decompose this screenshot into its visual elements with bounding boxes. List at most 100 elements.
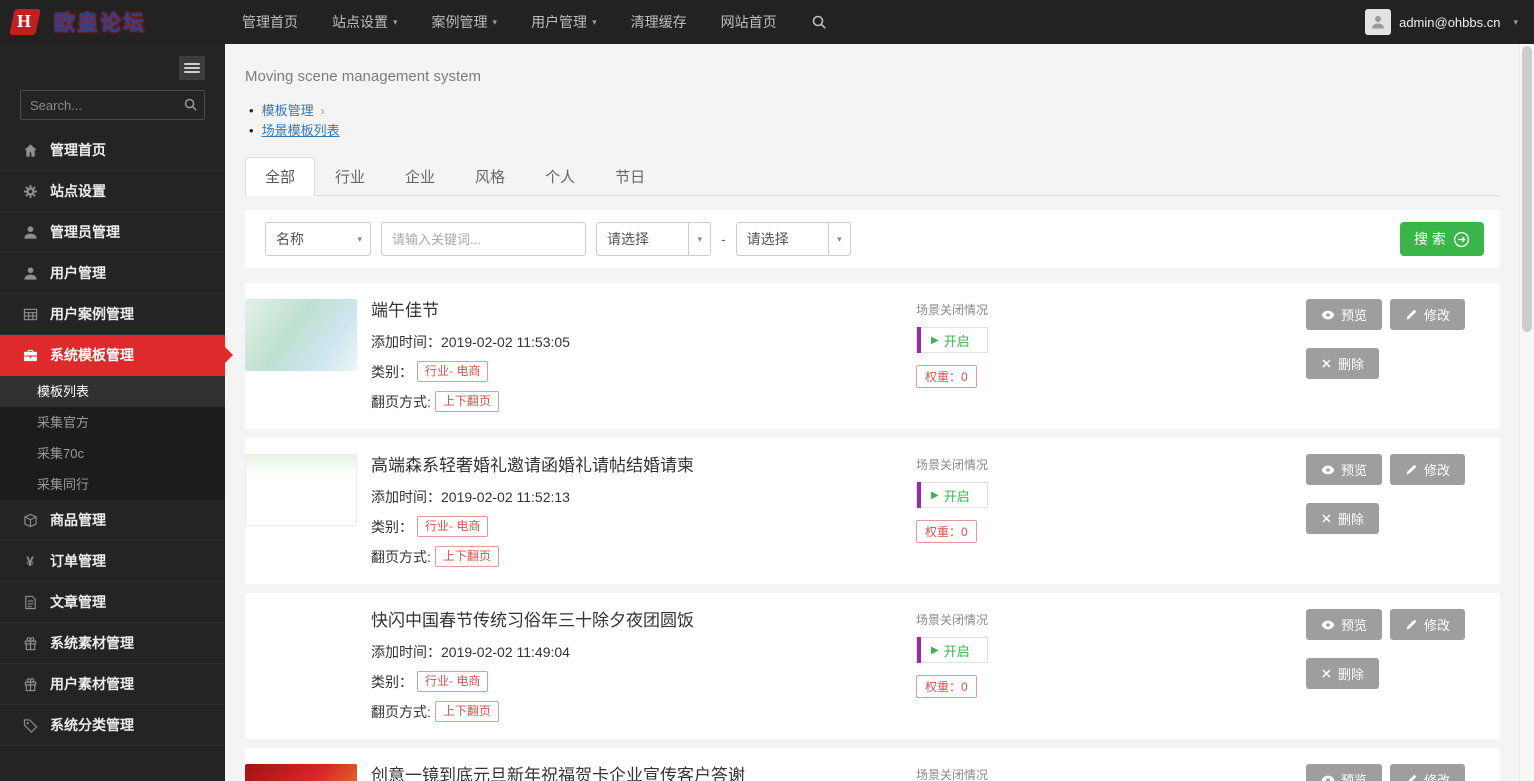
close-icon [1321, 513, 1332, 524]
preview-button[interactable]: 预览 [1306, 609, 1382, 640]
sidebar-submenu: 模板列表 采集官方 采集70c 采集同行 [0, 376, 225, 500]
scrollbar-thumb[interactable] [1522, 46, 1532, 332]
submenu-item-template-list[interactable]: 模板列表 [0, 376, 225, 407]
edit-button[interactable]: 修改 [1390, 454, 1465, 485]
sidebar-item-order-management[interactable]: ¥ 订单管理 [0, 541, 225, 582]
tab-style[interactable]: 风格 [455, 157, 525, 196]
yen-icon: ¥ [20, 553, 40, 569]
edit-button[interactable]: 修改 [1390, 299, 1465, 330]
chevron-down-icon: ▾ [349, 234, 370, 245]
main-content: Moving scene management system 模板管理 › 场景模… [225, 44, 1534, 781]
sidebar: 管理首页 站点设置 管理员管理 用户管理 用户案例管理 系统模板管理 模板列表 … [0, 44, 225, 781]
template-card: 端午佳节 添加时间：2019-02-02 11:53:05 类别：行业- 电商 … [245, 283, 1500, 429]
delete-button[interactable]: 删除 [1306, 658, 1379, 689]
item-thumbnail[interactable] [245, 609, 357, 681]
flip-mode-tag: 上下翻页 [435, 701, 499, 722]
item-thumbnail[interactable] [245, 764, 357, 781]
nav-item-site-home[interactable]: 网站首页 [704, 0, 794, 44]
tab-festival[interactable]: 节日 [595, 157, 665, 196]
sidebar-item-system-template-management[interactable]: 系统模板管理 [0, 335, 225, 376]
sidebar-item-admin-home[interactable]: 管理首页 [0, 130, 225, 171]
user-menu[interactable]: admin@ohbbs.cn ▾ [1365, 9, 1534, 35]
close-icon [1321, 668, 1332, 679]
sidebar-item-user-management[interactable]: 用户管理 [0, 253, 225, 294]
added-time-value: 2019-02-02 11:53:05 [441, 334, 570, 350]
search-icon[interactable] [794, 0, 844, 44]
sidebar-item-article-management[interactable]: 文章管理 [0, 582, 225, 623]
nav-item-clear-cache[interactable]: 清理缓存 [614, 0, 704, 44]
chevron-down-icon: ▾ [393, 17, 398, 28]
status-toggle[interactable]: ▶开启 [916, 637, 988, 663]
breadcrumb-template-management[interactable]: 模板管理 [262, 101, 314, 121]
chevron-down-icon: ▾ [1513, 17, 1518, 28]
sidebar-item-system-material-management[interactable]: 系统素材管理 [0, 623, 225, 664]
nav-item-admin-home[interactable]: 管理首页 [225, 0, 315, 44]
pencil-icon [1405, 463, 1418, 476]
edit-button[interactable]: 修改 [1390, 764, 1465, 781]
keyword-input[interactable] [381, 222, 586, 256]
filter-select-1[interactable]: 请选择 ▾ [596, 222, 711, 256]
sidebar-item-user-material-management[interactable]: 用户素材管理 [0, 664, 225, 705]
item-thumbnail[interactable] [245, 299, 357, 371]
chevron-down-icon: ▾ [828, 223, 850, 255]
logo[interactable]: 欧皇论坛 [0, 0, 225, 44]
top-nav: 管理首页 站点设置▾ 案例管理▾ 用户管理▾ 清理缓存 网站首页 [225, 0, 844, 44]
filter-bar: 名称 ▾ 请选择 ▾ - 请选择 ▾ 搜 索 [245, 210, 1500, 268]
tab-personal[interactable]: 个人 [525, 157, 595, 196]
tab-all[interactable]: 全部 [245, 157, 315, 196]
field-select[interactable]: 名称 ▾ [265, 222, 371, 256]
nav-item-case-management[interactable]: 案例管理▾ [415, 0, 515, 44]
chevron-down-icon: ▾ [493, 17, 498, 28]
scene-status-label: 场景关闭情况 [916, 766, 1216, 781]
category-label: 类别： [371, 362, 413, 382]
tab-enterprise[interactable]: 企业 [385, 157, 455, 196]
added-time-value: 2019-02-02 11:49:04 [441, 644, 570, 660]
page-title: Moving scene management system [245, 68, 1500, 85]
sidebar-item-admin-management[interactable]: 管理员管理 [0, 212, 225, 253]
sidebar-top [0, 44, 225, 130]
status-toggle[interactable]: ▶开启 [916, 327, 988, 353]
item-thumbnail[interactable] [245, 454, 357, 526]
edit-button[interactable]: 修改 [1390, 609, 1465, 640]
nav-item-user-management[interactable]: 用户管理▾ [514, 0, 614, 44]
preview-button[interactable]: 预览 [1306, 764, 1382, 781]
gift-icon [20, 677, 40, 692]
scrollbar-track[interactable] [1519, 44, 1534, 781]
template-card: 高端森系轻奢婚礼邀请函婚礼请帖结婚请柬 添加时间：2019-02-02 11:5… [245, 438, 1500, 584]
product-box-icon [20, 513, 40, 528]
eye-icon [1321, 618, 1335, 632]
submenu-item-collect-peer[interactable]: 采集同行 [0, 469, 225, 500]
user-icon [20, 266, 40, 281]
sidebar-item-user-case-management[interactable]: 用户案例管理 [0, 294, 225, 335]
menu-toggle-button[interactable] [179, 56, 205, 80]
tab-industry[interactable]: 行业 [315, 157, 385, 196]
home-icon [20, 143, 40, 158]
sidebar-item-product-management[interactable]: 商品管理 [0, 500, 225, 541]
breadcrumb-separator: › [321, 101, 325, 121]
item-title: 端午佳节 [371, 299, 916, 323]
flip-mode-tag: 上下翻页 [435, 546, 499, 567]
delete-button[interactable]: 删除 [1306, 503, 1379, 534]
preview-button[interactable]: 预览 [1306, 299, 1382, 330]
status-toggle[interactable]: ▶开启 [916, 482, 988, 508]
sidebar-item-site-settings[interactable]: 站点设置 [0, 171, 225, 212]
submenu-item-collect-official[interactable]: 采集官方 [0, 407, 225, 438]
sidebar-search-input[interactable] [20, 90, 205, 120]
submenu-item-collect-70c[interactable]: 采集70c [0, 438, 225, 469]
sidebar-menu: 管理首页 站点设置 管理员管理 用户管理 用户案例管理 系统模板管理 [0, 130, 225, 376]
play-icon: ▶ [931, 645, 939, 656]
play-icon: ▶ [931, 490, 939, 501]
sidebar-item-system-category-management[interactable]: 系统分类管理 [0, 705, 225, 746]
delete-button[interactable]: 删除 [1306, 348, 1379, 379]
preview-button[interactable]: 预览 [1306, 454, 1382, 485]
scene-status-label: 场景关闭情况 [916, 456, 1216, 473]
template-card: 创意一镜到底元旦新年祝福贺卡企业宣传客户答谢 添加时间： 类别： 翻页方式: 场… [245, 748, 1500, 781]
nav-item-site-settings[interactable]: 站点设置▾ [315, 0, 415, 44]
pencil-icon [1405, 308, 1418, 321]
breadcrumb-scene-template-list[interactable]: 场景模板列表 [262, 121, 340, 141]
breadcrumb: 模板管理 › 场景模板列表 [245, 101, 1500, 141]
scene-status-label: 场景关闭情况 [916, 611, 1216, 628]
added-time-label: 添加时间： [371, 487, 441, 507]
filter-select-2[interactable]: 请选择 ▾ [736, 222, 851, 256]
search-button[interactable]: 搜 索 [1400, 222, 1484, 256]
